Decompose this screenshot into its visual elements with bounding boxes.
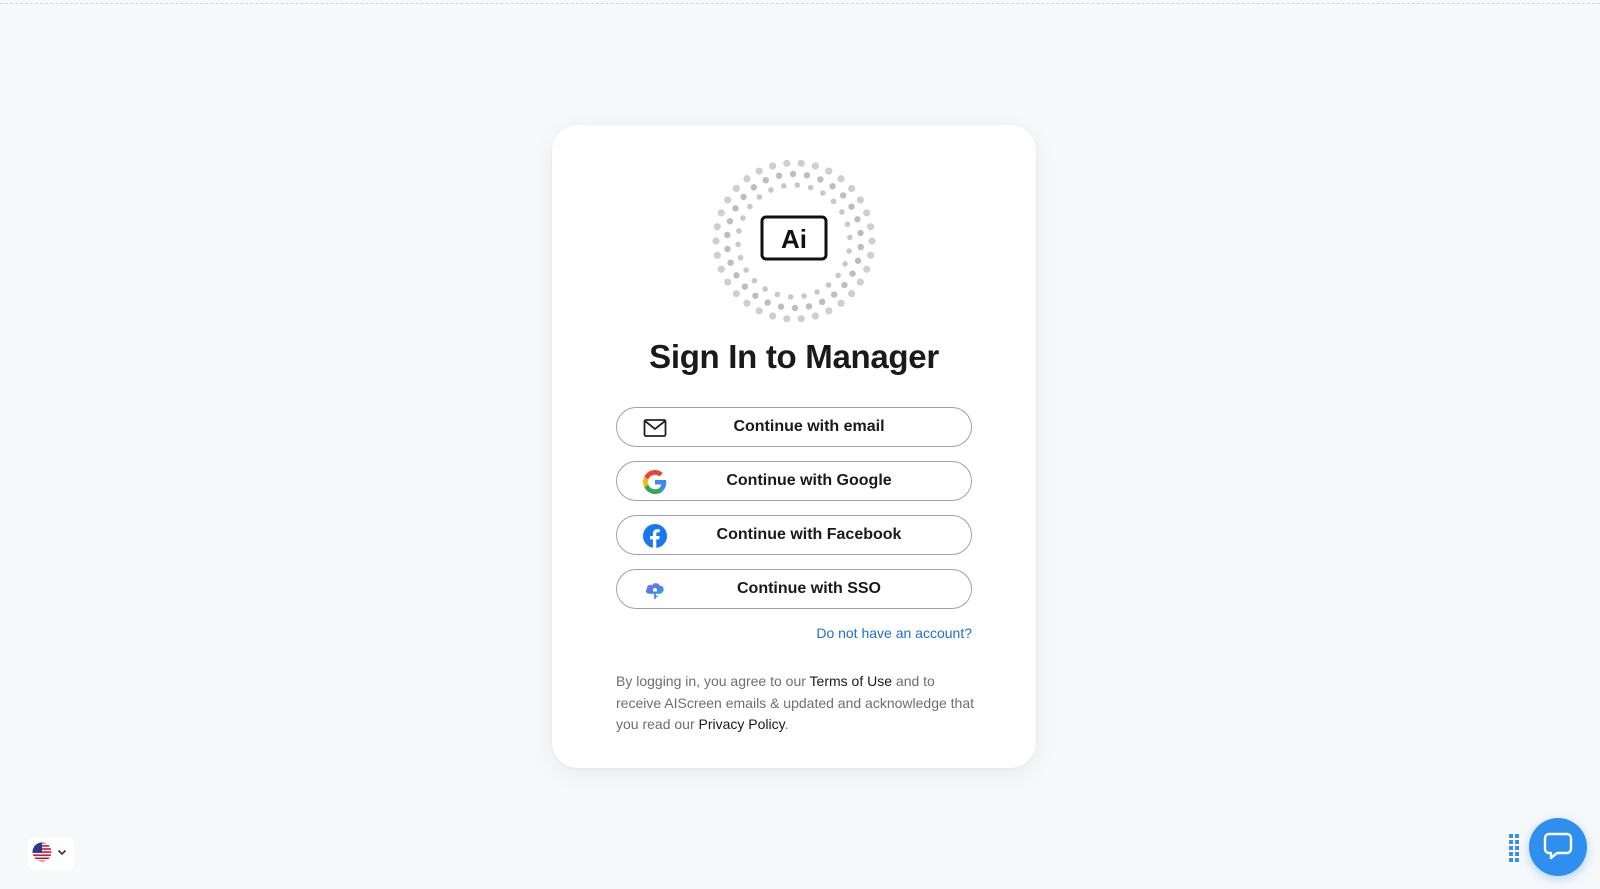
sso-cloud-key-icon — [643, 578, 667, 602]
legal-text-part3: . — [784, 716, 789, 732]
facebook-icon — [643, 524, 667, 548]
continue-with-sso-button[interactable]: Continue with SSO — [616, 569, 972, 609]
terms-of-use-link[interactable]: Terms of Use — [810, 673, 892, 689]
sign-in-card: Ai Sign In to Manager Continue with emai… — [552, 125, 1036, 768]
sso-button-label: Continue with SSO — [737, 580, 881, 597]
chat-widget-button[interactable] — [1529, 818, 1587, 876]
chevron-down-icon — [56, 845, 68, 863]
continue-with-facebook-button[interactable]: Continue with Facebook — [616, 515, 972, 555]
google-button-label: Continue with Google — [726, 472, 892, 489]
legal-notice: By logging in, you agree to our Terms of… — [616, 671, 976, 736]
sign-up-link[interactable]: Do not have an account? — [816, 625, 972, 641]
continue-with-email-button[interactable]: Continue with email — [616, 407, 972, 447]
email-button-label: Continue with email — [733, 418, 885, 435]
us-flag-icon — [32, 842, 52, 867]
mail-icon — [643, 416, 667, 440]
page-title: Sign In to Manager — [649, 338, 939, 375]
privacy-policy-link[interactable]: Privacy Policy — [699, 716, 785, 732]
logo-dots-icon: Ai — [712, 159, 876, 323]
continue-with-google-button[interactable]: Continue with Google — [616, 461, 972, 501]
logo-text: Ai — [781, 224, 807, 254]
google-icon — [643, 470, 667, 494]
drag-handle-icon[interactable] — [1507, 832, 1521, 864]
ai-logo: Ai — [710, 157, 878, 325]
legal-text-part1: By logging in, you agree to our — [616, 673, 810, 689]
chat-bubble-icon — [1543, 830, 1573, 865]
top-divider — [0, 3, 1600, 4]
facebook-button-label: Continue with Facebook — [716, 526, 902, 543]
language-selector[interactable] — [28, 838, 74, 870]
